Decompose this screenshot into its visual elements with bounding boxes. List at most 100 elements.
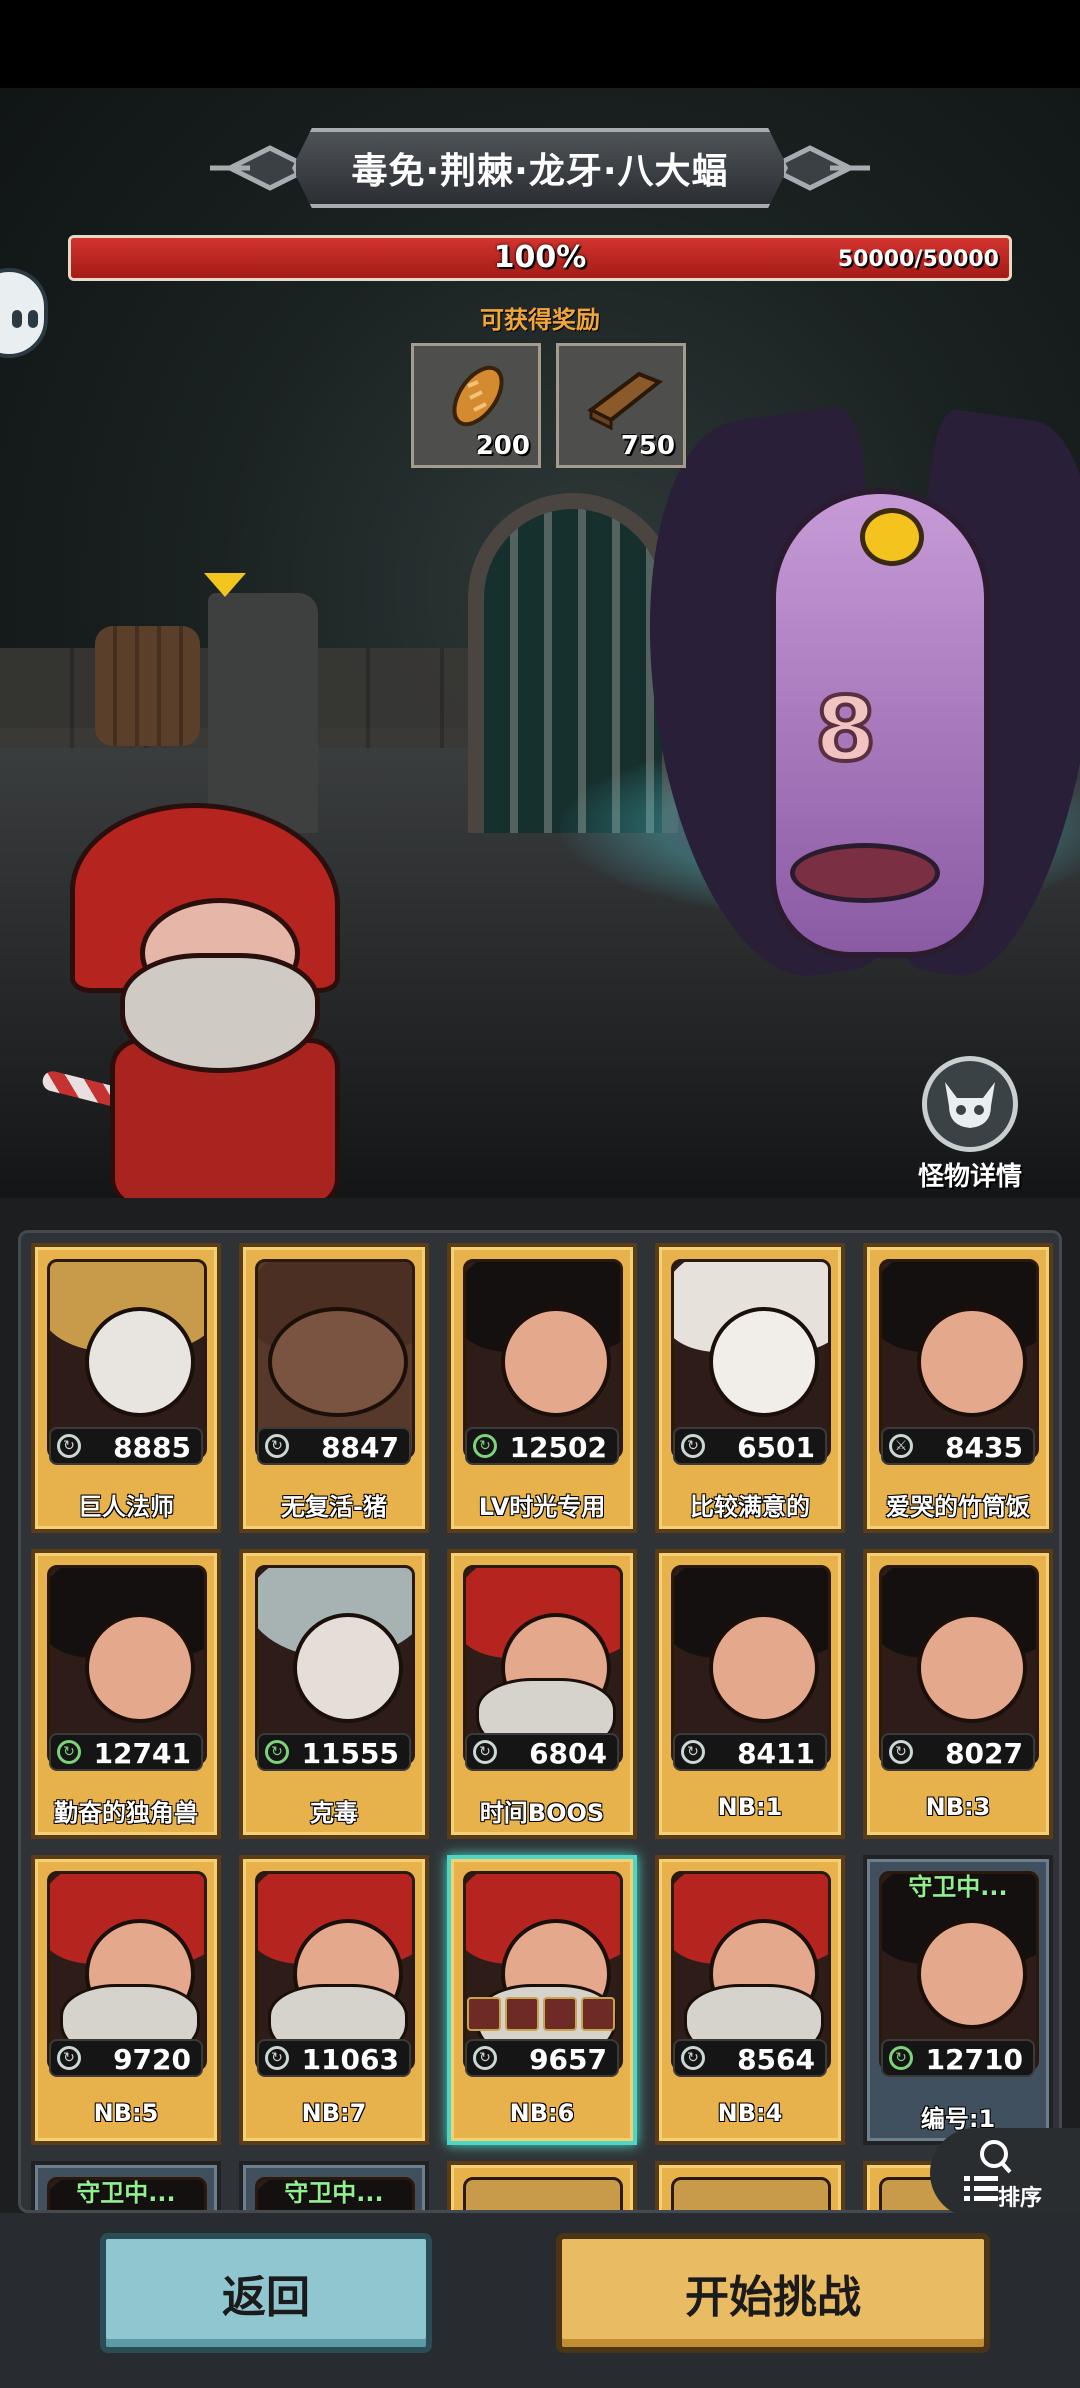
roster-panel: ↻ 8885 巨人法师 ↻ 8847 无复活-猪 ↻ 12502 LV时光专用 ↻ 6501 比较满意… (0, 1198, 1080, 2213)
guard-status-label: 守卫中... (908, 1873, 1008, 1901)
hero-card[interactable] (447, 2161, 637, 2210)
battle-scene: 8 毒免·荆棘·龙牙·八大蝠 100% 50000/50000 可获得奖励 20… (0, 88, 1080, 1198)
hero-card[interactable]: ↻ 8885 巨人法师 (31, 1243, 221, 1533)
hero-power-value: 11555 (301, 1737, 399, 1770)
equipment-icon (505, 1997, 539, 2031)
monster-detail-label: 怪物详情 (917, 1162, 1022, 1192)
hero-name: 巨人法师 (78, 1493, 174, 1521)
power-swirl-icon: ↻ (681, 2046, 705, 2070)
reward-item-bread[interactable]: 200 (411, 343, 541, 468)
power-swirl-icon: ↻ (473, 1434, 497, 1458)
hero-card[interactable]: ↻ 8027 NB:3 (863, 1549, 1053, 1839)
hero-power: ↻ 12741 (49, 1733, 203, 1771)
hero-card[interactable]: ⚔ 8435 爱哭的竹筒饭 (863, 1243, 1053, 1533)
hero-card[interactable]: ↻ 6501 比较满意的 (655, 1243, 845, 1533)
hero-power: ↻ 8027 (881, 1733, 1035, 1771)
hero-power-value: 8885 (113, 1431, 191, 1464)
hero-name: NB:1 (717, 1793, 783, 1821)
start-challenge-button[interactable]: 开始挑战 (556, 2233, 990, 2353)
sort-label: 排序 (998, 2186, 1043, 2211)
hero-power-value: 8564 (737, 2043, 815, 2076)
hero-card[interactable]: 守卫中... (239, 2161, 429, 2210)
side-pull-tab[interactable] (0, 268, 48, 358)
boss-name: 毒免·荆棘·龙牙·八大蝠 (351, 151, 729, 192)
stone-pillar (208, 593, 318, 833)
reward-qty: 200 (475, 431, 530, 461)
hero-name: 无复活-猪 (281, 1493, 387, 1521)
boss-hp-bar: 100% 50000/50000 (68, 235, 1012, 281)
hero-card[interactable]: 守卫中... (31, 2161, 221, 2210)
back-button[interactable]: 返回 (100, 2233, 432, 2353)
hero-power: ↻ 12710 (881, 2039, 1035, 2077)
hero-name: NB:4 (717, 2099, 783, 2127)
hero-card[interactable]: ↻ 12741 勤奋的独角兽 (31, 1549, 221, 1839)
reward-item-wood[interactable]: 750 (556, 343, 686, 468)
hero-portrait (671, 2177, 831, 2210)
hero-power-value: 6804 (529, 1737, 607, 1770)
reward-qty: 750 (620, 431, 675, 461)
hero-power: ⚔ 8435 (881, 1427, 1035, 1465)
hero-card[interactable]: ↻ 6804 时间BOOS (447, 1549, 637, 1839)
hero-name: NB:3 (925, 1793, 991, 1821)
boss-hp-value: 50000/50000 (837, 247, 999, 272)
power-swirl-icon: ↻ (681, 1434, 705, 1458)
hero-card[interactable]: ↻ 9657 NB:6 (447, 1855, 637, 2145)
power-swirl-icon: ↻ (681, 1740, 705, 1764)
hero-card[interactable]: ↻ 12502 LV时光专用 (447, 1243, 637, 1533)
hero-card[interactable]: 守卫中... ↻ 12710 编号:1 (863, 1855, 1053, 2145)
equipment-icon (581, 1997, 615, 2031)
hero-name: 勤奋的独角兽 (54, 1799, 198, 1827)
hero-power-value: 9657 (529, 2043, 607, 2076)
hero-power: ↻ 12502 (465, 1427, 619, 1465)
boss-eye (860, 508, 924, 566)
active-hero-marker-icon (204, 573, 246, 597)
reward-label: 可获得奖励 (480, 306, 600, 334)
hero-power-value: 8411 (737, 1737, 815, 1770)
hero-card[interactable]: ↻ 9720 NB:5 (31, 1855, 221, 2145)
hero-card[interactable]: ↻ 8411 NB:1 (655, 1549, 845, 1839)
boss-title-plate: 毒免·荆棘·龙牙·八大蝠 (292, 128, 788, 208)
power-swirl-icon: ↻ (889, 2046, 913, 2070)
hero-card[interactable]: ↻ 11063 NB:7 (239, 1855, 429, 2145)
hero-name: LV时光专用 (478, 1493, 606, 1521)
hero-name: NB:5 (93, 2099, 159, 2127)
hero-name: 爱哭的竹筒饭 (886, 1493, 1030, 1521)
monster-detail-button[interactable]: 怪物详情 (910, 1056, 1030, 1192)
power-swirl-icon: ↻ (265, 1434, 289, 1458)
power-swirl-icon: ↻ (265, 2046, 289, 2070)
hero-name: 比较满意的 (690, 1493, 810, 1521)
skull-horns-icon (922, 1056, 1018, 1152)
hero-power-value: 12710 (925, 2043, 1023, 2076)
equipment-icon (467, 1997, 501, 2031)
hero-name: NB:7 (301, 2099, 367, 2127)
hero-power-value: 8435 (945, 1431, 1023, 1464)
hero-card[interactable]: ↻ 11555 克毒 (239, 1549, 429, 1839)
hero-card[interactable]: ↻ 8564 NB:4 (655, 1855, 845, 2145)
hero-power: ↻ 8847 (257, 1427, 411, 1465)
roster-grid[interactable]: ↻ 8885 巨人法师 ↻ 8847 无复活-猪 ↻ 12502 LV时光专用 ↻ 6501 比较满意… (18, 1230, 1062, 2213)
hero-card[interactable]: ↻ 8847 无复活-猪 (239, 1243, 429, 1533)
bread-icon (452, 365, 504, 427)
equipment-icon (543, 1997, 577, 2031)
power-swirl-icon: ↻ (889, 1740, 913, 1764)
hero-power: ↻ 9657 (465, 2039, 619, 2077)
power-swirl-icon: ↻ (57, 1740, 81, 1764)
power-swirl-icon: ↻ (57, 1434, 81, 1458)
hero-portrait (463, 2177, 623, 2210)
hero-power-value: 8847 (321, 1431, 399, 1464)
hero-power-value: 12502 (509, 1431, 607, 1464)
hero-power: ↻ 11555 (257, 1733, 411, 1771)
hero-power: ↻ 11063 (257, 2039, 411, 2077)
hero-name: NB:6 (509, 2099, 575, 2127)
hero-power: ↻ 6501 (673, 1427, 827, 1465)
guard-status-label: 守卫中... (76, 2179, 176, 2207)
power-swirl-icon: ↻ (265, 1740, 289, 1764)
sort-button[interactable]: 排序 (930, 2128, 1080, 2218)
hero-power-value: 8027 (945, 1737, 1023, 1770)
hero-beard (120, 953, 320, 1073)
hero-power-value: 6501 (737, 1431, 815, 1464)
hero-card[interactable] (655, 2161, 845, 2210)
hero-power: ↻ 8564 (673, 2039, 827, 2077)
sword-icon: ⚔ (889, 1434, 913, 1458)
power-swirl-icon: ↻ (473, 2046, 497, 2070)
